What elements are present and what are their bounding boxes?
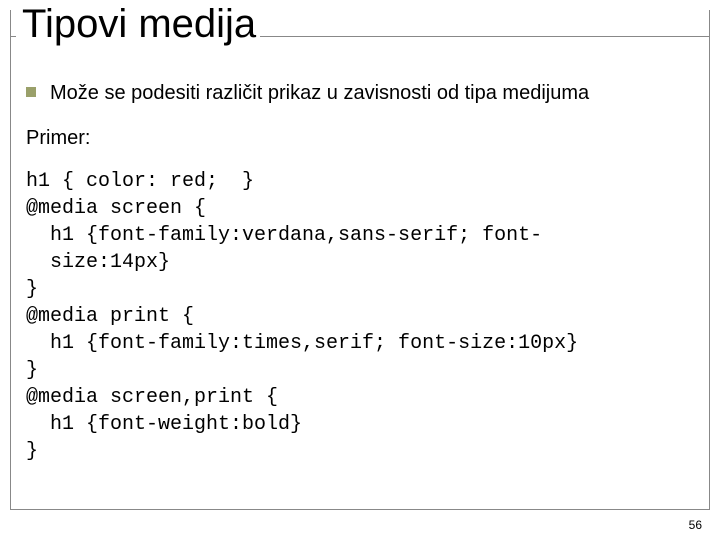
title-bar: Tipovi medija xyxy=(10,0,710,48)
code-line: h1 { color: red; } xyxy=(26,170,254,193)
code-line: h1 {font-family:verdana,sans-serif; font… xyxy=(26,224,542,247)
code-line: } xyxy=(26,278,38,301)
code-line: h1 {font-weight:bold} xyxy=(26,413,302,436)
code-line: h1 {font-family:times,serif; font-size:1… xyxy=(26,332,578,355)
bullet-text: Može se podesiti različit prikaz u zavis… xyxy=(50,80,589,107)
code-block: h1 { color: red; } @media screen { h1 {f… xyxy=(26,168,694,465)
title-rule-right xyxy=(260,36,710,37)
example-label: Primer: xyxy=(26,125,694,152)
code-line: } xyxy=(26,440,38,463)
page-number: 56 xyxy=(689,518,702,532)
code-line: @media screen { xyxy=(26,197,206,220)
slide-title: Tipovi medija xyxy=(16,0,260,48)
slide: Tipovi medija Može se podesiti različit … xyxy=(0,0,720,540)
code-line: size:14px} xyxy=(26,251,170,274)
bullet-item: Može se podesiti različit prikaz u zavis… xyxy=(26,80,694,107)
code-line: @media print { xyxy=(26,305,194,328)
square-bullet-icon xyxy=(26,87,36,97)
code-line: } xyxy=(26,359,38,382)
code-line: @media screen,print { xyxy=(26,386,278,409)
slide-body: Može se podesiti različit prikaz u zavis… xyxy=(26,80,694,465)
